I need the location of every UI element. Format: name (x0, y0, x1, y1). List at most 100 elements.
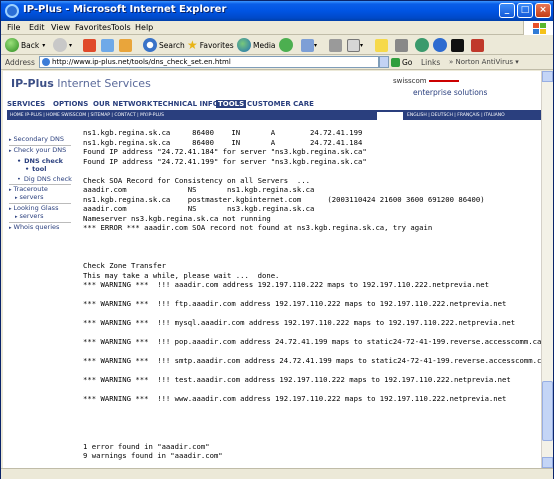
research-button[interactable] (415, 37, 431, 53)
enterprise-solutions: enterprise solutions (413, 88, 488, 97)
stop-button[interactable] (83, 37, 96, 53)
refresh-button[interactable] (101, 37, 114, 53)
swisscom-text: swisscom (393, 77, 427, 85)
address-url: http://www.ip-plus.net/tools/dns_check_s… (52, 58, 231, 66)
brand-bold: IP-Plus (11, 77, 54, 90)
minimize-button[interactable]: _ (499, 3, 515, 18)
brand-rest: Internet Services (53, 77, 151, 90)
address-dropdown[interactable] (379, 56, 389, 68)
sidebar-secondary-dns[interactable]: Secondary DNS (9, 135, 64, 143)
search-label: Search (159, 40, 185, 50)
back-arrow-icon (5, 38, 19, 52)
traceroute-line2-text: servers (19, 193, 44, 201)
output-line: *** WARNING *** !!! aaadir.com address 1… (83, 280, 489, 289)
output-line: *** WARNING *** !!! smtp.aaadir.com addr… (83, 356, 541, 365)
scroll-up-button[interactable] (542, 71, 553, 82)
menu-help[interactable]: Help (135, 23, 153, 32)
output-line: This may take a while, please wait ... d… (83, 270, 280, 280)
forward-button[interactable]: ▾ (53, 37, 72, 53)
maximize-button[interactable]: □ (517, 3, 533, 18)
status-bar (1, 468, 553, 479)
browser-window: IP-Plus - Microsoft Internet Explorer _ … (0, 0, 554, 479)
favorites-button[interactable]: ★ Favorites (187, 37, 234, 53)
close-button[interactable]: × (535, 3, 551, 18)
bookmark-icon (471, 38, 484, 52)
nav-our-network[interactable]: OUR NETWORK (93, 100, 152, 108)
address-label: Address (5, 58, 35, 67)
sidebar-traceroute[interactable]: Traceroute (9, 185, 48, 193)
internet-explorer-icon (5, 4, 19, 18)
vertical-scrollbar[interactable] (541, 71, 553, 468)
output-line: Found IP address "24.72.41.184" for serv… (83, 147, 367, 156)
menu-tools[interactable]: Tools (111, 23, 131, 32)
sidebar-check-dns[interactable]: Check your DNS (9, 146, 67, 154)
output-line: aaadir.com NS ns3.kgb.regina.sk.ca (83, 204, 315, 213)
nav-tools[interactable]: TOOLS (216, 100, 247, 108)
media-label: Media (253, 40, 276, 50)
messenger-button[interactable] (395, 37, 408, 53)
forward-arrow-icon (53, 38, 67, 52)
sidebar-traceroute-line2[interactable]: servers (15, 193, 44, 201)
search-icon (143, 38, 157, 52)
nav-technical-info[interactable]: TECHNICAL INFO (153, 100, 219, 108)
print-button[interactable] (329, 37, 342, 53)
sidebar-looking-glass-line2[interactable]: servers (15, 212, 44, 220)
messenger-icon (395, 38, 408, 52)
newsroom-icon (451, 38, 464, 52)
edit-button[interactable]: ▾ (347, 37, 363, 53)
addon-button[interactable] (433, 37, 449, 53)
addon-icon (433, 38, 447, 52)
search-button[interactable]: Search (143, 37, 185, 53)
language-navigation[interactable]: ENGLISH | DEUTSCH | FRANÇAIS | ITALIANO (403, 112, 541, 120)
sidebar-whois[interactable]: Whois queries (9, 223, 60, 231)
sidebar-dns-check-tool-line2[interactable]: tool (25, 165, 46, 173)
nav-customer-care[interactable]: CUSTOMER CARE (247, 100, 314, 108)
site-brand[interactable]: IP-Plus Internet Services (11, 77, 151, 90)
go-label: Go (402, 58, 413, 67)
menu-bar: File Edit View Favorites Tools Help (1, 21, 553, 35)
output-line: *** WARNING *** !!! test.aaadir.com addr… (83, 375, 511, 384)
history-button[interactable] (279, 37, 295, 53)
windows-logo-icon (523, 21, 553, 35)
address-input[interactable]: http://www.ip-plus.net/tools/dns_check_s… (39, 56, 379, 68)
menu-file[interactable]: File (7, 23, 20, 32)
menu-favorites[interactable]: Favorites (75, 23, 111, 32)
menu-view[interactable]: View (51, 23, 70, 32)
go-button[interactable]: Go (391, 58, 412, 67)
home-button[interactable] (119, 37, 132, 53)
scroll-down-button[interactable] (542, 457, 553, 468)
output-line: ns1.kgb.regina.sk.ca postmaster.kgbinter… (83, 194, 485, 204)
nav-services[interactable]: SERVICES (7, 100, 45, 108)
mail-button[interactable]: ▾ (301, 37, 317, 53)
nav-options[interactable]: OPTIONS (53, 100, 88, 108)
sidebar-looking-glass[interactable]: Looking Glass (9, 204, 59, 212)
output-line: aaadir.com NS ns1.kgb.regina.sk.ca (83, 185, 315, 194)
newsroom-button[interactable] (451, 37, 464, 53)
notes-button[interactable] (375, 37, 388, 53)
back-button[interactable]: Back ▾ (5, 37, 45, 53)
refresh-icon (101, 38, 114, 52)
output-line: Found IP address "24.72.41.199" for serv… (83, 156, 367, 166)
output-line: ns1.kgb.regina.sk.ca 86400 IN A 24.72.41… (83, 128, 363, 137)
output-line: *** WARNING *** !!! www.aaadir.com addre… (83, 394, 507, 403)
links-toolbar[interactable]: Links (421, 58, 440, 67)
mail-icon (301, 38, 314, 52)
output-line: Check SOA Record for Consistency on all … (83, 175, 310, 185)
looking-glass-line2-text: servers (19, 212, 44, 220)
swisscom-logo[interactable]: swisscom (393, 77, 459, 85)
output-line: *** WARNING *** !!! ftp.aaadir.com addre… (83, 299, 507, 308)
sidebar-dig-dns[interactable]: Dig DNS check (17, 175, 72, 183)
sidebar: Secondary DNS Check your DNS DNS check t… (3, 121, 75, 468)
secondary-navigation[interactable]: HOME IP-PLUS | HOME SWISSCOM | SITEMAP |… (7, 112, 377, 120)
menu-edit[interactable]: Edit (29, 23, 45, 32)
home-icon (119, 38, 132, 52)
back-label: Back (21, 40, 40, 50)
output-line: 1 error found in "aaadir.com" (83, 441, 210, 451)
norton-antivirus[interactable]: » Norton AntiVirus ▾ (449, 58, 519, 66)
sidebar-dns-check-tool[interactable]: DNS check (17, 157, 63, 165)
scroll-thumb[interactable] (542, 381, 553, 441)
favorites-label: Favorites (199, 40, 234, 50)
output-line: Nameserver ns3.kgb.regina.sk.ca not runn… (83, 213, 271, 223)
bookmark-button[interactable] (471, 37, 484, 53)
media-button[interactable]: Media (237, 37, 276, 53)
